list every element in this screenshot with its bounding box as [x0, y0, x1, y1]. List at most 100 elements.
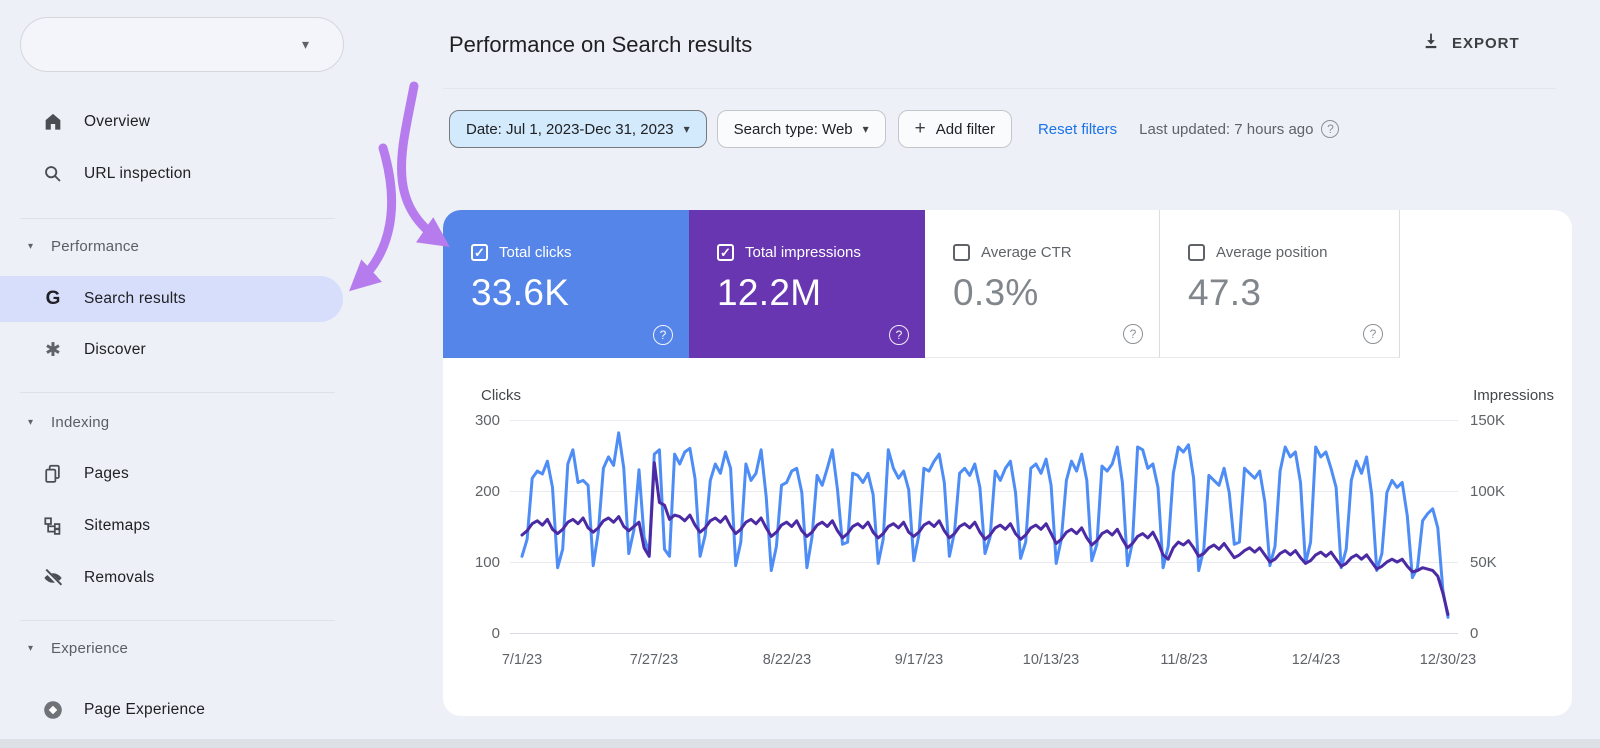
google-g-icon: G [45, 288, 61, 309]
help-icon[interactable]: ? [1363, 324, 1383, 344]
metric-value: 47.3 [1188, 272, 1262, 313]
bottom-edge-strip [0, 739, 1600, 748]
right-axis-tick: 0 [1470, 625, 1479, 642]
help-icon[interactable]: ? [653, 325, 673, 345]
checkbox-checked-icon[interactable]: ✓ [717, 244, 734, 261]
x-axis-tick: 11/8/23 [1160, 652, 1208, 668]
collapse-triangle-icon: ▾ [28, 642, 34, 654]
sidebar-divider [20, 620, 335, 621]
sidebar-divider [20, 392, 335, 393]
export-button[interactable]: EXPORT [1420, 30, 1520, 57]
checkbox-unchecked-icon[interactable] [953, 244, 970, 261]
last-updated-text: Last updated: 7 hours ago [1139, 120, 1314, 138]
x-axis-tick: 9/17/23 [894, 652, 944, 668]
clicks-series-line [520, 431, 1450, 619]
x-axis-tick: 8/22/23 [762, 652, 812, 668]
eye-off-icon [42, 567, 64, 589]
chevron-down-icon: ▾ [862, 122, 869, 136]
sidebar-item-label: Pages [84, 465, 129, 482]
sidebar-section-performance[interactable]: ▾ Performance [0, 230, 343, 262]
arrow-to-search-results [349, 143, 397, 292]
arrow-to-total-clicks [397, 81, 450, 248]
metric-value: 12.2M [717, 272, 822, 313]
sidebar-section-label: Indexing [51, 413, 110, 431]
right-axis-tick: 100K [1470, 483, 1506, 500]
right-axis-tick: 150K [1470, 412, 1506, 429]
help-icon[interactable]: ? [889, 325, 909, 345]
metric-label: Average position [1216, 244, 1328, 261]
x-axis-tick: 10/13/23 [1022, 652, 1080, 668]
sidebar-item-label: Sitemaps [84, 517, 151, 534]
x-axis-tick: 7/27/23 [629, 652, 679, 668]
metric-label: Total impressions [745, 244, 861, 261]
sidebar-item-overview[interactable]: Overview [0, 100, 343, 144]
search-type-filter-chip[interactable]: Search type: Web ▾ [716, 110, 886, 148]
date-filter-label: Date: Jul 1, 2023-Dec 31, 2023 [466, 120, 674, 138]
search-console-performance-page: ▾ Overview URL inspection ▾ Performance … [0, 0, 1600, 748]
sidebar-item-discover[interactable]: ✱ Discover [0, 328, 343, 372]
gridline [510, 491, 1458, 492]
pages-icon [42, 463, 64, 485]
checkbox-unchecked-icon[interactable] [1188, 244, 1205, 261]
sidebar-divider [20, 218, 335, 219]
impressions-series-line [520, 461, 1450, 616]
sidebar-item-label: Removals [84, 569, 155, 586]
chevron-down-icon: ▾ [683, 122, 690, 136]
metric-value: 33.6K [471, 272, 570, 313]
right-axis-tick: 50K [1470, 554, 1497, 571]
sitemap-icon [42, 515, 64, 537]
sidebar-item-label: URL inspection [84, 165, 192, 182]
sidebar-item-sitemaps[interactable]: Sitemaps [0, 504, 343, 548]
sidebar-item-pages[interactable]: Pages [0, 452, 343, 496]
export-label: EXPORT [1452, 35, 1520, 52]
page-experience-icon [42, 699, 64, 721]
add-filter-button[interactable]: + Add filter [897, 110, 1012, 148]
right-axis-title: Impressions [1473, 387, 1554, 404]
metric-tile-average-ctr[interactable]: Average CTR 0.3% ? [925, 210, 1160, 358]
plus-icon: + [914, 118, 926, 139]
left-axis-tick: 0 [491, 625, 500, 642]
reset-filters-link[interactable]: Reset filters [1038, 121, 1117, 138]
sidebar-item-url-inspection[interactable]: URL inspection [0, 152, 343, 196]
search-icon [42, 163, 64, 185]
help-icon[interactable]: ? [1123, 324, 1143, 344]
x-axis-tick: 12/30/23 [1419, 652, 1477, 668]
sidebar-section-indexing[interactable]: ▾ Indexing [0, 406, 343, 438]
sidebar-item-label: Search results [84, 290, 186, 307]
performance-report-card: ✓ Total clicks 33.6K ? ✓ Total impressio… [443, 210, 1572, 716]
metric-label: Total clicks [499, 244, 572, 261]
left-axis-title: Clicks [481, 387, 521, 404]
filter-bar: Date: Jul 1, 2023-Dec 31, 2023 ▾ Search … [449, 110, 1340, 148]
add-filter-label: Add filter [935, 120, 995, 138]
x-axis-tick: 12/4/23 [1291, 652, 1341, 668]
sidebar-section-label: Performance [51, 237, 140, 255]
download-icon [1420, 30, 1442, 57]
left-axis-tick: 100 [474, 554, 500, 571]
sidebar-section-experience[interactable]: ▾ Experience [0, 632, 343, 664]
metric-tile-total-impressions[interactable]: ✓ Total impressions 12.2M ? [689, 210, 925, 358]
metric-value: 0.3% [953, 272, 1039, 313]
metric-tile-total-clicks[interactable]: ✓ Total clicks 33.6K ? [443, 210, 689, 358]
chevron-down-icon: ▾ [301, 36, 309, 52]
sidebar-item-search-results[interactable]: G Search results [0, 276, 343, 322]
discover-asterisk-icon: ✱ [45, 339, 61, 361]
x-axis-baseline [510, 633, 1458, 634]
checkbox-checked-icon[interactable]: ✓ [471, 244, 488, 261]
sidebar-item-label: Discover [84, 341, 146, 358]
sidebar-item-removals[interactable]: Removals [0, 556, 343, 600]
metric-label: Average CTR [981, 244, 1072, 261]
date-filter-chip[interactable]: Date: Jul 1, 2023-Dec 31, 2023 ▾ [449, 110, 707, 148]
sidebar-item-label: Overview [84, 113, 151, 130]
property-selector-dropdown[interactable]: ▾ [20, 17, 344, 72]
sidebar-section-label: Experience [51, 639, 129, 657]
left-axis-tick: 200 [474, 483, 500, 500]
metric-tile-average-position[interactable]: Average position 47.3 ? [1160, 210, 1400, 358]
sidebar-item-page-experience[interactable]: Page Experience [0, 688, 343, 732]
gridline [510, 562, 1458, 563]
search-type-label: Search type: Web [733, 120, 853, 138]
page-title: Performance on Search results [449, 32, 753, 57]
header-divider [443, 88, 1556, 89]
collapse-triangle-icon: ▾ [28, 416, 34, 428]
help-icon[interactable]: ? [1321, 120, 1340, 138]
x-axis-tick: 7/1/23 [501, 652, 543, 668]
